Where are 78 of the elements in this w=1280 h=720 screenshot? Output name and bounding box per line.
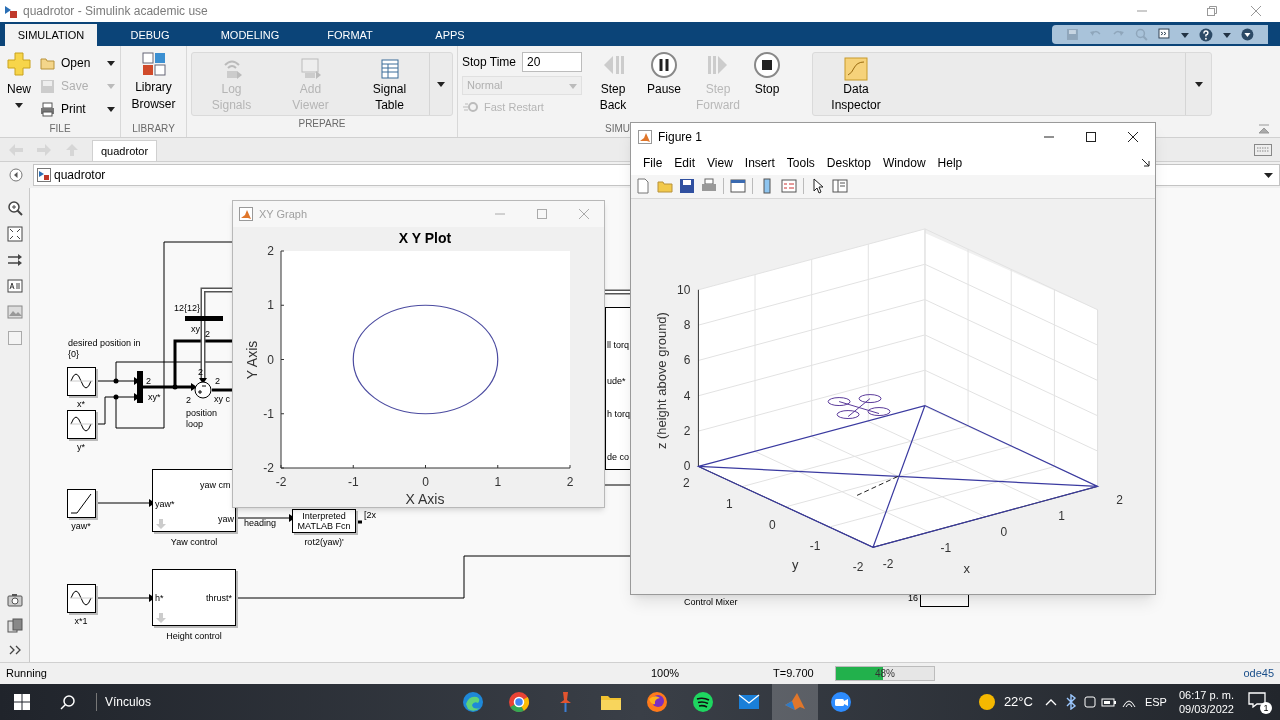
axis-tick-label: 1	[267, 298, 274, 313]
block-caption: y*	[76, 441, 86, 454]
simulation-time: T=9.700	[773, 666, 814, 682]
axis-tick-label: 0	[1000, 525, 1008, 540]
window-title: quadrotor - Simulink academic use	[23, 3, 208, 20]
group-label: SIMU	[605, 122, 630, 136]
signal-label: position loop	[186, 408, 219, 430]
signal-label: 2	[205, 329, 210, 340]
block-caption: x*	[76, 398, 86, 411]
signal-label: de co	[607, 452, 630, 463]
axis-tick-label: 1	[1058, 509, 1065, 524]
axis-tick-label: -1	[347, 475, 359, 489]
axis-tick-label: 2	[683, 423, 691, 438]
signal-label: ude*	[607, 376, 626, 387]
field-label: Stop Time	[462, 54, 517, 71]
axis-tick-label: 6	[683, 353, 691, 368]
axis-tick-label: 8	[683, 317, 691, 332]
axis-tick-label: 0	[683, 459, 691, 474]
group-label: LIBRARY	[132, 122, 175, 136]
axis-tick-label: 2	[267, 244, 274, 258]
signal-label: Control Mixer	[684, 597, 738, 608]
chart-title: X Y Plot	[398, 230, 452, 246]
notification-count: 1	[1260, 702, 1272, 714]
window-title: XY Graph	[259, 206, 308, 222]
signal-label: xy c	[214, 394, 230, 405]
axis-tick-label: -2	[263, 461, 274, 475]
axis-tick-label: 2	[683, 476, 690, 491]
function-block: Interpreted MATLAB Fcn	[292, 509, 356, 533]
block-caption: x*1	[73, 615, 89, 628]
group-label: FILE	[49, 122, 71, 136]
block-caption: yaw*	[70, 520, 92, 533]
axis-tick-label: -1	[809, 539, 821, 554]
signal-label: 2	[215, 376, 220, 387]
block-caption: Yaw control	[169, 536, 219, 549]
axis-tick-label: 0	[267, 352, 274, 367]
signal-label: 16	[908, 593, 918, 604]
block-caption: Height control	[165, 630, 223, 643]
signal-label: 12{12}	[174, 303, 201, 314]
signal-label: 2	[146, 376, 151, 387]
axis-label: Y Axis	[244, 340, 260, 380]
signal-label: xy	[191, 324, 200, 335]
signal-label: ll torq	[607, 340, 629, 351]
window-title: Figure 1	[658, 128, 703, 146]
port-label: yaw	[218, 513, 234, 526]
axis-tick-label: -1	[263, 406, 274, 421]
axis-tick-label: -1	[940, 541, 952, 556]
signal-label: xy*	[148, 392, 161, 403]
signal-label: [2x	[364, 510, 376, 521]
axis-tick-label: 1	[726, 497, 733, 512]
group-label: PREPARE	[298, 117, 346, 131]
axis-tick-label: 0	[768, 518, 776, 533]
axis-tick-label: 2	[566, 475, 574, 489]
axis-tick-label: -2	[882, 557, 894, 572]
port-label: h*	[155, 592, 164, 605]
axis-tick-label: 2	[1116, 493, 1123, 508]
signal-label: h torq	[607, 409, 630, 420]
axis-tick-label: -2	[852, 560, 864, 575]
signal-label: 2	[186, 395, 191, 406]
breadcrumb-path: quadrotor	[54, 167, 106, 184]
status-text: Running	[6, 666, 47, 682]
axis-tick-label: 1	[494, 475, 502, 489]
axis-label: z (height above ground)	[654, 311, 670, 449]
zoom-level: 100%	[651, 666, 680, 682]
port-label: yaw*	[155, 498, 175, 511]
axis-tick-label: 0	[422, 475, 429, 489]
axis-tick-label: 4	[683, 388, 691, 403]
axis-tick-label: -2	[275, 475, 287, 489]
axis-tick-label: 10	[677, 282, 691, 297]
signal-label: desired position in {0}	[68, 338, 142, 360]
signal-label: 2	[198, 367, 203, 378]
signal-label: heading	[244, 518, 277, 529]
port-label: thrust*	[206, 592, 232, 605]
axis-label: x	[963, 561, 971, 577]
axis-label: y	[791, 557, 799, 573]
block-caption: rot2(yaw)'	[303, 536, 345, 549]
solver-name: ode45	[1243, 666, 1274, 682]
port-label: yaw cm	[200, 479, 231, 492]
axis-label: X Axis	[405, 491, 445, 507]
